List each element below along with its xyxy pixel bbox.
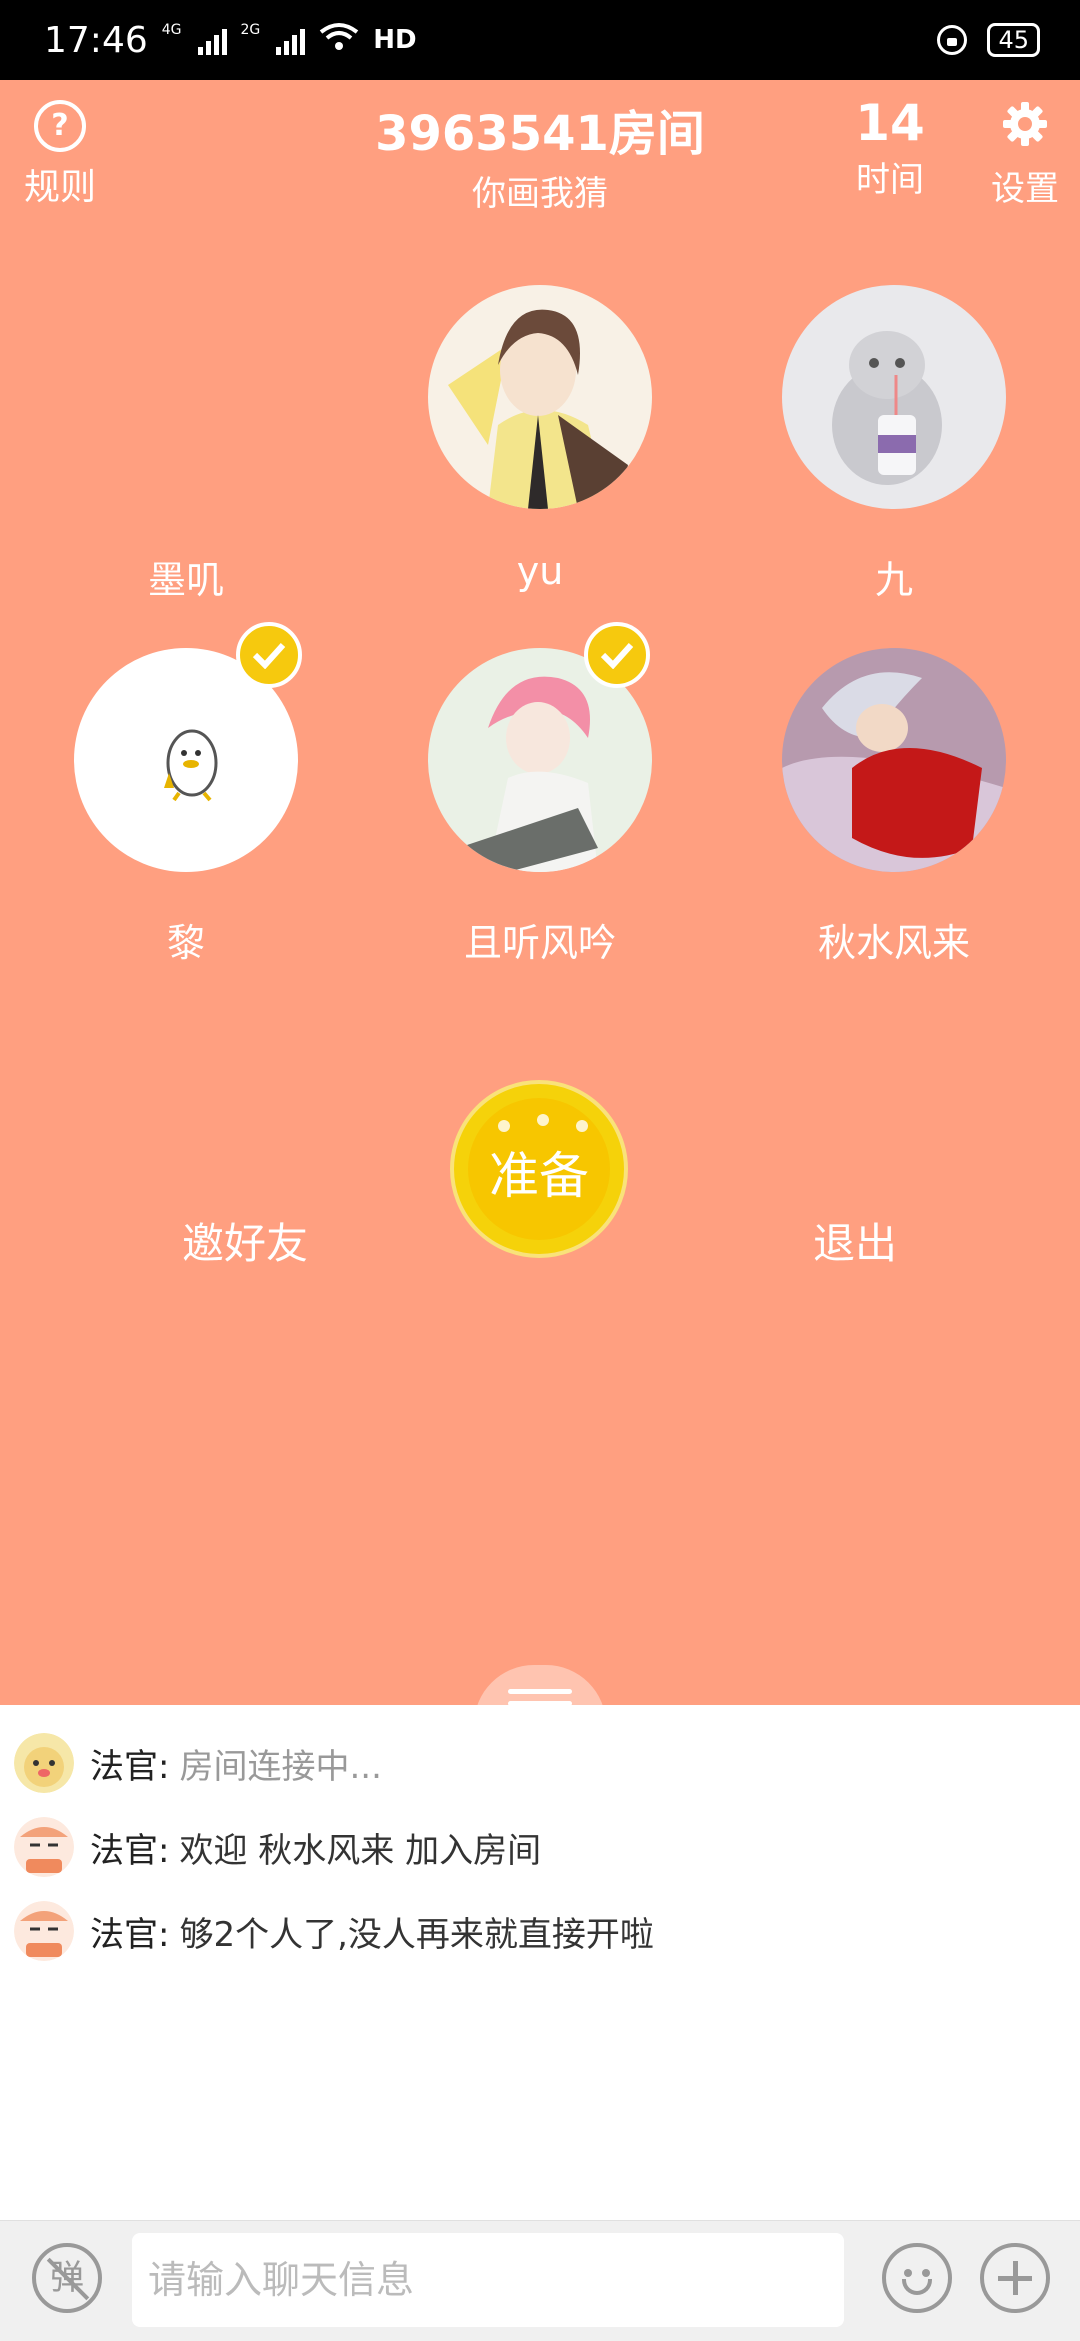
chat-message: 法官: 房间连接中... <box>14 1733 382 1793</box>
player-slot-3[interactable]: 九 <box>744 285 1044 604</box>
clock: 17:46 <box>44 19 148 61</box>
rules-label: 规则 <box>23 167 96 208</box>
avatar <box>782 648 1006 872</box>
room-subtitle: 你画我猜 <box>472 174 608 214</box>
gear-icon <box>1003 102 1047 146</box>
judge-avatar-icon <box>14 1817 74 1877</box>
danmu-toggle-button[interactable]: 弹 <box>32 2243 102 2313</box>
chat-speaker: 法官: <box>90 1830 170 1871</box>
bubbles-icon <box>498 1114 588 1132</box>
judge-avatar-icon <box>14 1733 74 1793</box>
ready-check-icon <box>236 622 302 688</box>
timer-value: 14 <box>855 94 925 152</box>
network-type-1: 4G <box>161 22 182 38</box>
signal-icon-2 <box>276 25 306 55</box>
player-name: 墨叽 <box>147 558 224 602</box>
hd-icon: HD <box>373 25 417 55</box>
chat-message: 法官: 欢迎 秋水风来 加入房间 <box>14 1817 541 1877</box>
player-name: 秋水风来 <box>817 921 970 965</box>
wifi-icon <box>319 20 359 61</box>
avatar-empty <box>74 285 298 509</box>
game-room: ? 规则 3963541房间 你画我猜 14 时间 设置 墨叽 yu 九 黎 且… <box>0 80 1080 1725</box>
settings-label: 设置 <box>991 169 1059 209</box>
player-name: 九 <box>874 558 913 602</box>
player-name: 黎 <box>166 921 205 965</box>
status-bar: 17:46 4G 2G HD 45 <box>0 0 1080 80</box>
room-header: 3963541房间 你画我猜 <box>340 94 740 215</box>
chat-log: 法官: 房间连接中... 法官: 欢迎 秋水风来 加入房间 法官: 够2个人了,… <box>0 1705 1080 2220</box>
chat-text: 欢迎 秋水风来 加入房间 <box>179 1830 542 1871</box>
invite-friends-button[interactable]: 邀好友 <box>160 1210 330 1271</box>
rotation-lock-icon <box>937 25 968 55</box>
chat-speaker: 法官: <box>90 1746 170 1787</box>
player-name: 且听风吟 <box>463 921 616 965</box>
timer-label: 时间 <box>856 160 924 200</box>
question-icon: ? <box>34 100 86 152</box>
chat-text: 房间连接中... <box>179 1746 382 1787</box>
quit-button[interactable]: 退出 <box>790 1210 920 1271</box>
timer: 14 时间 <box>850 94 930 201</box>
player-slot-6[interactable]: 秋水风来 <box>744 648 1044 967</box>
player-slot-1[interactable]: 墨叽 <box>36 285 336 604</box>
battery-icon: 45 <box>987 23 1040 57</box>
avatar <box>428 285 652 509</box>
player-slot-4[interactable]: 黎 <box>36 622 336 967</box>
chat-speaker: 法官: <box>90 1914 170 1955</box>
avatar <box>782 285 1006 509</box>
network-type-2: 2G <box>240 22 261 38</box>
emoji-icon[interactable] <box>882 2243 952 2313</box>
chat-input-bar: 弹 <box>0 2220 1080 2341</box>
plus-icon[interactable] <box>980 2243 1050 2313</box>
chat-input[interactable] <box>132 2233 844 2327</box>
judge-avatar-icon <box>14 1901 74 1961</box>
player-slot-5[interactable]: 且听风吟 <box>390 622 690 967</box>
chat-message: 法官: 够2个人了,没人再来就直接开啦 <box>14 1901 654 1961</box>
chat-text: 够2个人了,没人再来就直接开啦 <box>179 1914 654 1955</box>
signal-icon <box>197 25 227 55</box>
ready-label: 准备 <box>489 1147 589 1205</box>
settings-button[interactable]: 设置 <box>980 100 1070 210</box>
room-title: 3963541房间 <box>375 106 705 162</box>
player-name: yu <box>516 549 564 593</box>
ready-check-icon <box>584 622 650 688</box>
ready-button[interactable]: 准备 <box>450 1080 628 1258</box>
rules-button[interactable]: ? 规则 <box>20 100 100 210</box>
player-slot-2[interactable]: yu <box>390 285 690 593</box>
